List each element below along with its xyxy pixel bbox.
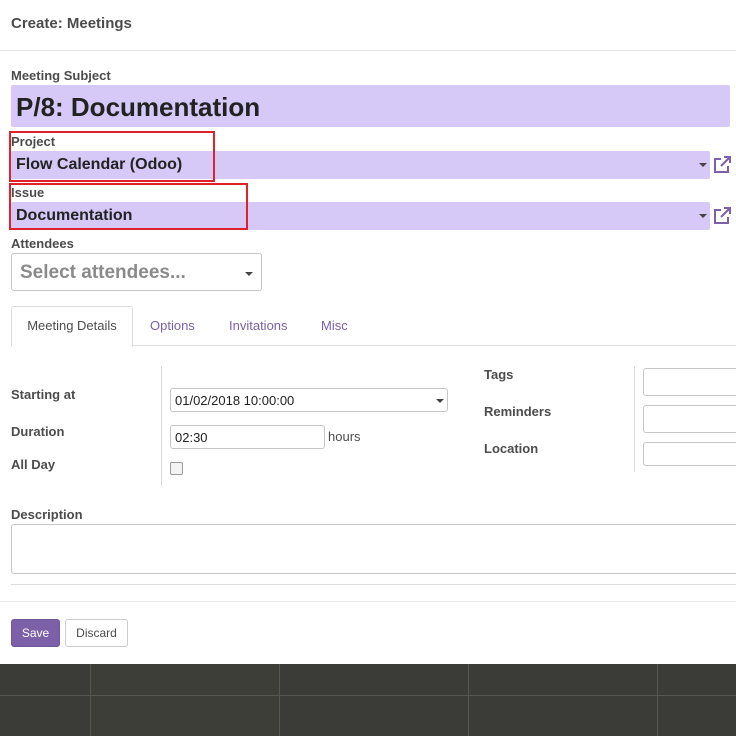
duration-unit: hours	[328, 429, 361, 444]
external-link-icon[interactable]	[712, 206, 732, 226]
chevron-down-icon	[699, 163, 707, 167]
description-textarea[interactable]	[11, 524, 736, 574]
form-bottom-divider	[11, 584, 736, 585]
all-day-checkbox[interactable]	[170, 462, 183, 475]
chevron-down-icon	[699, 214, 707, 218]
tags-input[interactable]	[643, 368, 736, 396]
meeting-subject-input[interactable]: P/8: Documentation	[11, 85, 730, 127]
location-input[interactable]	[643, 442, 736, 466]
calendar-grid-line	[279, 664, 280, 736]
footer-divider	[0, 601, 736, 602]
chevron-down-icon	[245, 272, 253, 276]
reminders-input[interactable]	[643, 405, 736, 433]
tab-meeting-details[interactable]: Meeting Details	[11, 306, 133, 347]
attendees-placeholder: Select attendees...	[20, 262, 186, 283]
location-label: Location	[484, 441, 539, 456]
starting-at-label: Starting at	[11, 387, 76, 402]
chevron-down-icon	[436, 399, 444, 403]
calendar-grid-line	[657, 664, 658, 736]
field-group-separator	[634, 366, 635, 472]
all-day-label: All Day	[11, 457, 56, 472]
meeting-subject-label: Meeting Subject	[11, 68, 111, 83]
field-group-separator	[161, 366, 162, 486]
project-highlight-box	[9, 131, 215, 182]
tab-invitations[interactable]: Invitations	[229, 318, 288, 333]
starting-at-value: 01/02/2018 10:00:00	[175, 393, 295, 408]
description-label: Description	[11, 507, 83, 522]
duration-label: Duration	[11, 424, 65, 439]
external-link-icon[interactable]	[712, 155, 732, 175]
create-meeting-dialog: Create: Meetings Meeting Subject P/8: Do…	[0, 0, 736, 664]
calendar-column-shade	[91, 664, 279, 736]
reminders-label: Reminders	[484, 404, 552, 419]
duration-input[interactable]: 02:30	[170, 425, 325, 449]
tab-misc[interactable]: Misc	[321, 318, 348, 333]
tags-label: Tags	[484, 367, 514, 382]
calendar-grid-line	[468, 664, 469, 736]
background-calendar-grid	[0, 664, 736, 736]
calendar-grid-line	[90, 664, 91, 736]
starting-at-input[interactable]: 01/02/2018 10:00:00	[170, 388, 448, 412]
duration-value: 02:30	[175, 430, 208, 445]
calendar-grid-line	[0, 695, 736, 696]
attendees-label: Attendees	[11, 236, 74, 251]
discard-button[interactable]: Discard	[65, 619, 128, 647]
tab-options[interactable]: Options	[150, 318, 195, 333]
dialog-title: Create: Meetings	[11, 15, 132, 32]
meeting-subject-value: P/8: Documentation	[16, 92, 261, 122]
dialog-header: Create: Meetings	[0, 0, 736, 51]
attendees-select[interactable]: Select attendees...	[11, 253, 262, 291]
save-button[interactable]: Save	[11, 619, 60, 647]
issue-highlight-box	[9, 183, 248, 230]
